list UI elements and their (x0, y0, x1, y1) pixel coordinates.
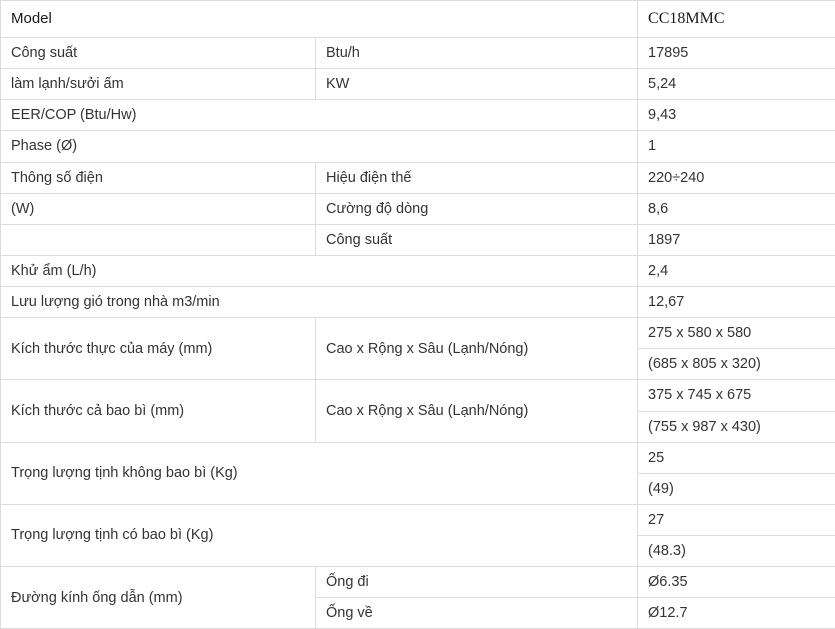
row-value-secondary: Ø12.7 (638, 598, 835, 629)
row-param: Thông số điện (1, 162, 316, 193)
row-unit-secondary: Ống về (316, 598, 638, 629)
row-value-secondary: (48.3) (638, 536, 835, 567)
specification-table: Model CC18MMC Công suất Btu/h 17895 làm … (0, 0, 835, 629)
row-unit: Btu/h (316, 38, 638, 69)
row-unit: Cường độ dòng (316, 193, 638, 224)
row-unit: Cao x Rộng x Sâu (Lạnh/Nóng) (316, 380, 638, 442)
table-row: Khử ẩm (L/h) 2,4 (1, 255, 835, 286)
row-param: Công suất (1, 38, 316, 69)
table-row: Phase (Ø) 1 (1, 131, 835, 162)
row-param: (W) (1, 193, 316, 224)
row-param: Lưu lượng gió trong nhà m3/min (1, 287, 638, 318)
table-row: Kích thước thực của máy (mm) Cao x Rộng … (1, 318, 835, 349)
row-value: 1897 (638, 224, 835, 255)
table-row: (W) Cường độ dòng 8,6 (1, 193, 835, 224)
row-value: 8,6 (638, 193, 835, 224)
row-value: 2,4 (638, 255, 835, 286)
row-param: Phase (Ø) (1, 131, 638, 162)
table-row: Công suất 1897 (1, 224, 835, 255)
row-value: 1 (638, 131, 835, 162)
table-header-row: Model CC18MMC (1, 1, 835, 38)
table-row: Thông số điện Hiệu điện thế 220÷240 (1, 162, 835, 193)
row-param: Trọng lượng tịnh không bao bì (Kg) (1, 442, 638, 504)
table-row: Công suất Btu/h 17895 (1, 38, 835, 69)
row-value: 275 x 580 x 580 (638, 318, 835, 349)
table-row: Lưu lượng gió trong nhà m3/min 12,67 (1, 287, 835, 318)
model-header-value: CC18MMC (638, 1, 835, 38)
table-row: EER/COP (Btu/Hw) 9,43 (1, 100, 835, 131)
table-row: Kích thước cả bao bì (mm) Cao x Rộng x S… (1, 380, 835, 411)
row-value-secondary: (755 x 987 x 430) (638, 411, 835, 442)
row-value: 5,24 (638, 69, 835, 100)
table-row: làm lạnh/sưởi ấm KW 5,24 (1, 69, 835, 100)
row-param: làm lạnh/sưởi ấm (1, 69, 316, 100)
row-param: Kích thước cả bao bì (mm) (1, 380, 316, 442)
row-value: 27 (638, 504, 835, 535)
row-param: Kích thước thực của máy (mm) (1, 318, 316, 380)
row-param: Khử ẩm (L/h) (1, 255, 638, 286)
table-row: Trọng lượng tịnh không bao bì (Kg) 25 (1, 442, 835, 473)
row-param (1, 224, 316, 255)
table-row: Đường kính ống dẫn (mm) Ống đi Ø6.35 (1, 567, 835, 598)
row-value: 375 x 745 x 675 (638, 380, 835, 411)
row-unit: Ống đi (316, 567, 638, 598)
row-value: 220÷240 (638, 162, 835, 193)
row-unit: Cao x Rộng x Sâu (Lạnh/Nóng) (316, 318, 638, 380)
table-row: Trọng lượng tịnh có bao bì (Kg) 27 (1, 504, 835, 535)
row-unit: KW (316, 69, 638, 100)
row-value: Ø6.35 (638, 567, 835, 598)
row-param: Trọng lượng tịnh có bao bì (Kg) (1, 504, 638, 566)
row-value-secondary: (685 x 805 x 320) (638, 349, 835, 380)
model-header-label: Model (1, 1, 638, 38)
row-value: 25 (638, 442, 835, 473)
row-value: 9,43 (638, 100, 835, 131)
row-value-secondary: (49) (638, 473, 835, 504)
row-value: 17895 (638, 38, 835, 69)
row-unit: Công suất (316, 224, 638, 255)
row-unit: Hiệu điện thế (316, 162, 638, 193)
row-value: 12,67 (638, 287, 835, 318)
row-param: Đường kính ống dẫn (mm) (1, 567, 316, 629)
row-param: EER/COP (Btu/Hw) (1, 100, 638, 131)
